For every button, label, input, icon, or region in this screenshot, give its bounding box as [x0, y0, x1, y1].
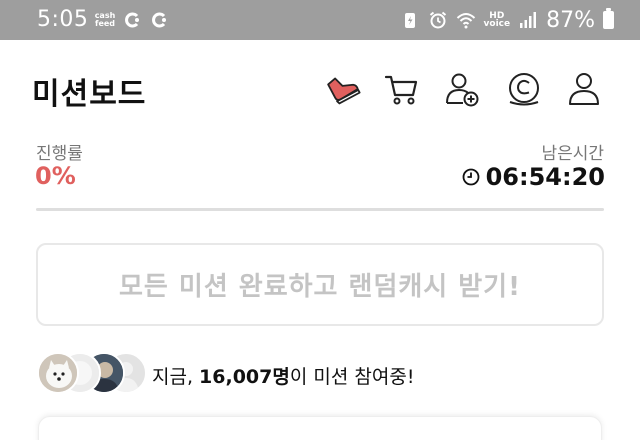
- signal-icon: [520, 12, 537, 28]
- coin-icon[interactable]: [505, 70, 543, 108]
- shoe-icon[interactable]: [324, 70, 362, 108]
- avatar: [37, 352, 79, 394]
- alarm-icon: [429, 11, 446, 29]
- progress-label: 진행률: [36, 144, 83, 164]
- participants-prefix: 지금,: [152, 366, 200, 388]
- app-notification-icon: [152, 12, 166, 28]
- battery-saver-icon: [404, 13, 415, 28]
- remaining-time-label: 남은시간: [541, 144, 604, 164]
- user-icon[interactable]: [565, 70, 603, 108]
- status-time: 5:05: [37, 7, 89, 32]
- battery-percent: 87%: [546, 7, 595, 33]
- wifi-icon: [456, 13, 475, 29]
- participants-text: 지금, 16,007명이 미션 참여중!: [152, 362, 414, 389]
- clock-icon: [462, 168, 480, 186]
- participants-count: 16,007명: [199, 366, 290, 388]
- cashfeed-bottom-text: feed: [94, 19, 116, 28]
- hd-voice-bottom: voice: [483, 19, 511, 29]
- mission-card: [38, 416, 602, 440]
- cashfeed-notification-icon: cash feed: [93, 12, 117, 28]
- add-friend-icon[interactable]: [444, 70, 482, 108]
- battery-icon: [603, 8, 614, 29]
- divider: [36, 208, 604, 211]
- cart-icon[interactable]: [383, 70, 421, 108]
- app-notification-icon: [125, 12, 139, 28]
- progress-value: 0%: [35, 162, 76, 190]
- participants-suffix: 이 미션 참여중!: [289, 366, 415, 388]
- remaining-time: 06:54:20: [462, 163, 605, 191]
- remaining-time-value: 06:54:20: [485, 163, 605, 191]
- claim-random-cash-button[interactable]: 모든 미션 완료하고 랜덤캐시 받기!: [36, 243, 604, 326]
- status-bar: 5:05 cash feed HD voice 87%: [0, 0, 640, 40]
- participant-avatars: [37, 352, 147, 394]
- page-title: 미션보드: [32, 77, 147, 112]
- hd-voice-icon: HD voice: [483, 12, 511, 29]
